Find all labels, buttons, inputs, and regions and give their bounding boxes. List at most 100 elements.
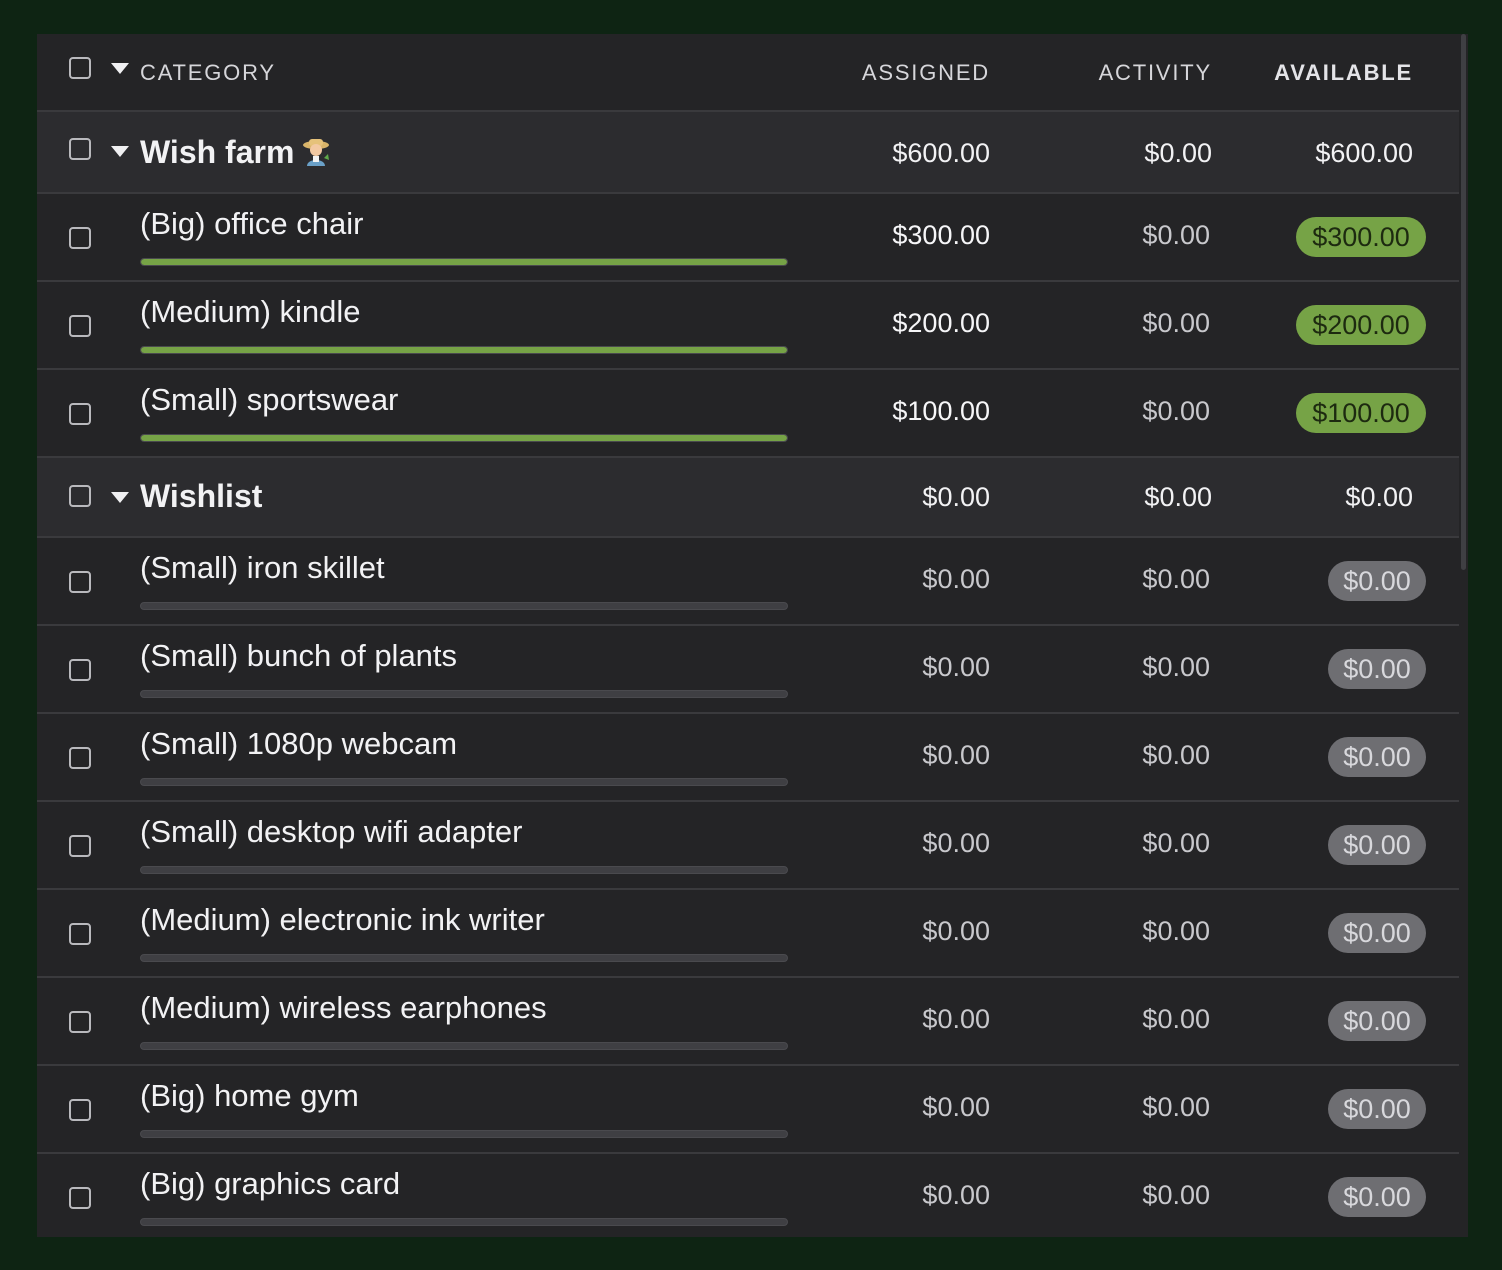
funding-progress-bar [140, 346, 788, 354]
category-name[interactable]: (Small) 1080p webcam [140, 726, 457, 762]
activity-amount[interactable]: $0.00 [1142, 564, 1210, 595]
category-row[interactable]: (Medium) kindle $200.00 $0.00 $200.00 [37, 282, 1459, 370]
activity-column-header[interactable]: ACTIVITY [1099, 60, 1212, 86]
activity-amount[interactable]: $0.00 [1142, 396, 1210, 427]
row-checkbox[interactable] [69, 571, 91, 593]
funding-progress-bar [140, 778, 788, 786]
assigned-amount[interactable]: $0.00 [922, 740, 990, 771]
assigned-amount[interactable]: $200.00 [892, 308, 990, 339]
category-group-row[interactable]: Wishlist $0.00 $0.00 $0.00 [37, 458, 1459, 538]
activity-amount[interactable]: $0.00 [1142, 828, 1210, 859]
funding-progress-bar [140, 690, 788, 698]
category-name[interactable]: (Small) desktop wifi adapter [140, 814, 523, 850]
assigned-amount[interactable]: $0.00 [922, 1092, 990, 1123]
group-name[interactable]: Wishlist [140, 478, 262, 515]
category-row[interactable]: (Big) home gym $0.00 $0.00 $0.00 [37, 1066, 1459, 1154]
category-name[interactable]: (Small) sportswear [140, 382, 398, 418]
funding-progress-fill [141, 259, 787, 265]
activity-amount[interactable]: $0.00 [1142, 1180, 1210, 1211]
activity-amount[interactable]: $0.00 [1142, 740, 1210, 771]
category-name[interactable]: (Small) bunch of plants [140, 638, 457, 674]
funding-progress-bar [140, 258, 788, 266]
available-badge[interactable]: $0.00 [1328, 825, 1426, 865]
row-checkbox[interactable] [69, 1099, 91, 1121]
category-group-row[interactable]: Wish farm $600.00 $0.00 $600.00 [37, 112, 1459, 194]
category-name[interactable]: (Medium) electronic ink writer [140, 902, 545, 938]
category-name[interactable]: (Big) graphics card [140, 1166, 400, 1202]
available-badge[interactable]: $0.00 [1328, 561, 1426, 601]
category-row[interactable]: (Small) 1080p webcam $0.00 $0.00 $0.00 [37, 714, 1459, 802]
activity-amount[interactable]: $0.00 [1142, 1092, 1210, 1123]
group-assigned[interactable]: $600.00 [892, 138, 990, 169]
assigned-amount[interactable]: $300.00 [892, 220, 990, 251]
category-name[interactable]: (Small) iron skillet [140, 550, 385, 586]
activity-amount[interactable]: $0.00 [1142, 308, 1210, 339]
category-row[interactable]: (Small) bunch of plants $0.00 $0.00 $0.0… [37, 626, 1459, 714]
assigned-column-header[interactable]: ASSIGNED [862, 60, 990, 86]
row-checkbox[interactable] [69, 923, 91, 945]
available-badge[interactable]: $100.00 [1296, 393, 1426, 433]
row-checkbox[interactable] [69, 315, 91, 337]
row-checkbox[interactable] [69, 1187, 91, 1209]
row-checkbox[interactable] [69, 747, 91, 769]
group-checkbox[interactable] [69, 138, 91, 160]
funding-progress-bar [140, 1042, 788, 1050]
activity-amount[interactable]: $0.00 [1142, 220, 1210, 251]
category-name[interactable]: (Medium) wireless earphones [140, 990, 547, 1026]
available-badge[interactable]: $300.00 [1296, 217, 1426, 257]
group-available: $600.00 [1315, 138, 1413, 168]
category-name[interactable]: (Medium) kindle [140, 294, 361, 330]
group-collapse-caret-icon[interactable] [111, 146, 129, 157]
activity-amount[interactable]: $0.00 [1142, 652, 1210, 683]
category-column-header[interactable]: CATEGORY [140, 60, 276, 86]
group-assigned[interactable]: $0.00 [922, 482, 990, 513]
select-all-checkbox[interactable] [69, 57, 91, 79]
table-header: CATEGORY ASSIGNED ACTIVITY AVAILABLE [37, 34, 1459, 112]
available-badge[interactable]: $200.00 [1296, 305, 1426, 345]
budget-panel: CATEGORY ASSIGNED ACTIVITY AVAILABLE Wis… [37, 34, 1468, 1237]
assigned-amount[interactable]: $0.00 [922, 652, 990, 683]
funding-progress-bar [140, 1218, 788, 1226]
assigned-amount[interactable]: $100.00 [892, 396, 990, 427]
assigned-amount[interactable]: $0.00 [922, 1004, 990, 1035]
row-checkbox[interactable] [69, 835, 91, 857]
available-badge[interactable]: $0.00 [1328, 1001, 1426, 1041]
assigned-amount[interactable]: $0.00 [922, 828, 990, 859]
activity-amount[interactable]: $0.00 [1142, 916, 1210, 947]
available-column-header[interactable]: AVAILABLE [1274, 60, 1413, 86]
available-badge[interactable]: $0.00 [1328, 913, 1426, 953]
row-checkbox[interactable] [69, 227, 91, 249]
assigned-amount[interactable]: $0.00 [922, 1180, 990, 1211]
row-checkbox[interactable] [69, 403, 91, 425]
funding-progress-bar [140, 954, 788, 962]
category-row[interactable]: (Small) sportswear $100.00 $0.00 $100.00 [37, 370, 1459, 458]
group-collapse-caret-icon[interactable] [111, 492, 129, 503]
category-row[interactable]: (Medium) electronic ink writer $0.00 $0.… [37, 890, 1459, 978]
activity-amount[interactable]: $0.00 [1142, 1004, 1210, 1035]
row-checkbox[interactable] [69, 659, 91, 681]
category-name[interactable]: (Big) home gym [140, 1078, 359, 1114]
funding-progress-fill [141, 347, 787, 353]
group-name[interactable]: Wish farm [140, 134, 332, 171]
assigned-amount[interactable]: $0.00 [922, 916, 990, 947]
category-row[interactable]: (Small) desktop wifi adapter $0.00 $0.00… [37, 802, 1459, 890]
category-name[interactable]: (Big) office chair [140, 206, 363, 242]
category-row[interactable]: (Big) office chair $300.00 $0.00 $300.00 [37, 194, 1459, 282]
group-available: $0.00 [1345, 482, 1413, 512]
available-badge[interactable]: $0.00 [1328, 649, 1426, 689]
collapse-all-caret-icon[interactable] [111, 63, 129, 74]
row-checkbox[interactable] [69, 1011, 91, 1033]
category-row[interactable]: (Small) iron skillet $0.00 $0.00 $0.00 [37, 538, 1459, 626]
group-checkbox[interactable] [69, 485, 91, 507]
available-badge[interactable]: $0.00 [1328, 1089, 1426, 1129]
available-badge[interactable]: $0.00 [1328, 1177, 1426, 1217]
category-row[interactable]: (Big) graphics card $0.00 $0.00 $0.00 [37, 1154, 1459, 1237]
scrollbar-thumb[interactable] [1461, 34, 1466, 570]
funding-progress-bar [140, 866, 788, 874]
farmer-emoji-icon [303, 139, 330, 166]
funding-progress-fill [141, 435, 787, 441]
available-badge[interactable]: $0.00 [1328, 737, 1426, 777]
category-row[interactable]: (Medium) wireless earphones $0.00 $0.00 … [37, 978, 1459, 1066]
assigned-amount[interactable]: $0.00 [922, 564, 990, 595]
vertical-scrollbar[interactable] [1459, 34, 1468, 1237]
